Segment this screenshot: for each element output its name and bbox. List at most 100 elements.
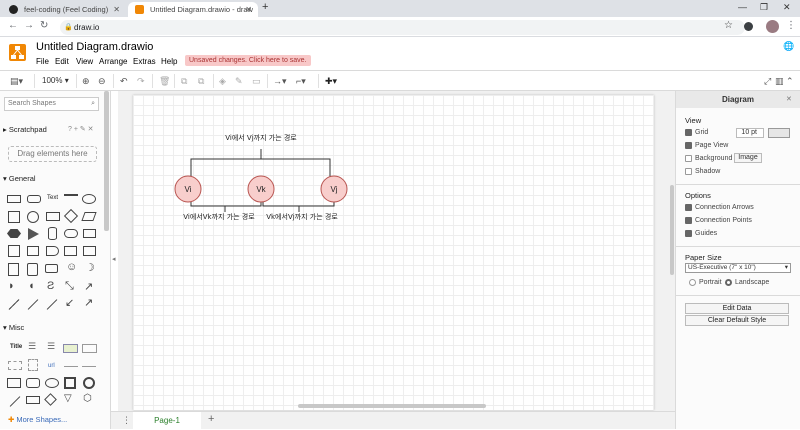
new-tab-icon[interactable]: +	[262, 1, 268, 13]
shape-link[interactable]	[46, 299, 58, 310]
shape-arrow[interactable]: ↗	[84, 280, 93, 293]
left-path-label[interactable]: Vi에서Vk까지 가는 경로	[183, 212, 255, 221]
grid-checkbox[interactable]	[685, 129, 692, 136]
view-panels-icon[interactable]: ▤▾	[10, 75, 23, 87]
top-brace[interactable]	[190, 149, 331, 177]
insert-plus-icon[interactable]: ✚▾	[325, 75, 337, 87]
unsaved-changes-notice[interactable]: Unsaved changes. Click here to save.	[185, 55, 311, 66]
shape-step[interactable]	[46, 246, 59, 256]
fill-color-icon[interactable]: ◈	[219, 75, 226, 87]
shadow-icon[interactable]: ▭	[252, 75, 261, 87]
line-color-icon[interactable]: ✎	[235, 75, 243, 87]
format-panel-toggle-icon[interactable]: ▥	[775, 75, 784, 87]
connection-arrows-checkbox[interactable]	[685, 204, 692, 211]
shape-square[interactable]	[8, 211, 20, 223]
close-tab-icon[interactable]: ✕	[245, 2, 252, 17]
shape-bidirectional-arrow[interactable]: ⤡	[65, 280, 74, 293]
shape-card[interactable]	[64, 246, 77, 256]
minimize-icon[interactable]: —	[738, 2, 747, 12]
more-shapes-button[interactable]: ✚ More Shapes...	[8, 415, 67, 424]
shape-callout[interactable]	[45, 264, 58, 273]
shape-grid[interactable]	[82, 344, 97, 353]
shape-circle[interactable]	[27, 211, 39, 223]
general-section-header[interactable]: ▾ General	[3, 174, 36, 183]
right-brace[interactable]	[262, 200, 335, 212]
reload-icon[interactable]: ↻	[40, 20, 48, 31]
zoom-level[interactable]: 100% ▾	[42, 75, 69, 87]
shape-and[interactable]: ◗	[8, 280, 15, 292]
edit-data-button[interactable]: Edit Data	[685, 303, 789, 314]
shape-cube[interactable]	[27, 246, 39, 256]
shape-button[interactable]	[26, 396, 40, 404]
canvas-horizontal-scrollbar[interactable]	[298, 404, 486, 408]
to-front-icon[interactable]: ⧉	[181, 75, 187, 87]
scratchpad-header[interactable]: ▸ Scratchpad	[3, 125, 47, 134]
add-page-icon[interactable]: +	[208, 413, 214, 425]
top-path-label[interactable]: Vi에서 Vj까지 가는 경로	[225, 133, 297, 142]
shape-ellipse[interactable]	[82, 194, 96, 204]
shape-link-text[interactable]: url	[48, 363, 55, 369]
redo-icon[interactable]: ↷	[137, 75, 145, 87]
shadow-checkbox[interactable]	[685, 168, 692, 175]
clear-default-style-button[interactable]: Clear Default Style	[685, 315, 789, 326]
right-path-label[interactable]: Vk에서Vj까지 가는 경로	[266, 212, 338, 221]
connection-style-icon[interactable]: →▾	[273, 75, 287, 87]
pages-menu-icon[interactable]: ⋮	[122, 415, 131, 426]
waypoints-icon[interactable]: ⌐▾	[296, 75, 306, 87]
grid-color-swatch[interactable]	[768, 128, 790, 138]
delete-icon[interactable]: 🗑	[159, 75, 170, 87]
shape-swimlane[interactable]	[28, 359, 38, 371]
shape-triangle-2[interactable]: ▽	[64, 393, 72, 404]
diagram-canvas[interactable]: Vi Vk Vj Vi에서 Vj까지 가는 경로 Vi에서Vk까지 가는 경로 …	[118, 91, 675, 411]
portrait-radio[interactable]	[689, 279, 696, 286]
shape-horizontal-line[interactable]	[64, 366, 78, 367]
shape-line[interactable]	[27, 299, 39, 310]
language-globe-icon[interactable]: 🌐	[783, 41, 794, 52]
canvas-vertical-scrollbar[interactable]	[670, 185, 674, 275]
shape-list-item[interactable]: ☰	[47, 341, 55, 352]
grid-size-input[interactable]: 10 pt	[736, 128, 764, 138]
shape-container[interactable]	[8, 361, 22, 370]
shape-tape[interactable]	[83, 246, 96, 256]
shape-directional-arrow[interactable]: ↗	[84, 296, 93, 309]
shape-cube-2[interactable]: ⬡	[83, 393, 92, 404]
collapse-sidebar-icon[interactable]: ◂	[112, 255, 116, 263]
paper-size-select[interactable]: US-Executive (7" x 10") ▾	[685, 263, 791, 273]
shape-curly[interactable]: Ƨ	[47, 280, 54, 292]
scratchpad-actions-icon[interactable]: ? + ✎ ✕	[68, 125, 94, 133]
shape-connector-arrow[interactable]: ↙	[65, 296, 74, 309]
shape-process[interactable]	[46, 212, 60, 221]
menu-edit[interactable]: Edit	[55, 57, 69, 66]
guides-checkbox[interactable]	[685, 230, 692, 237]
zoom-out-icon[interactable]: ⊖	[98, 75, 106, 87]
shape-circle-bold[interactable]	[83, 377, 95, 389]
browser-tab-drawio[interactable]: Untitled Diagram.drawio - draw ✕	[128, 2, 258, 17]
forward-icon[interactable]: →	[24, 20, 34, 31]
page-tab[interactable]: Page-1	[133, 412, 201, 430]
image-button[interactable]: Image	[734, 153, 762, 163]
shape-parallelogram[interactable]	[81, 212, 97, 221]
menu-view[interactable]: View	[76, 57, 93, 66]
close-panel-icon[interactable]: ✕	[786, 95, 792, 103]
shape-table[interactable]	[63, 344, 78, 353]
connection-points-checkbox[interactable]	[685, 217, 692, 224]
shape-rounded-2[interactable]	[26, 378, 40, 388]
browser-tab-github[interactable]: feel-coding (Feel Coding) ✕	[2, 2, 126, 17]
shape-line-2[interactable]	[9, 396, 21, 407]
misc-section-header[interactable]: ▾ Misc	[3, 323, 24, 332]
undo-icon[interactable]: ↶	[120, 75, 128, 87]
shape-dashed-line[interactable]	[8, 299, 20, 310]
sidebar-scrollbar[interactable]	[104, 91, 109, 231]
close-tab-icon[interactable]: ✕	[113, 2, 120, 17]
collapse-icon[interactable]: ⌃	[786, 75, 794, 87]
shape-text[interactable]: Text	[47, 195, 58, 201]
menu-file[interactable]: File	[36, 57, 49, 66]
shape-diamond-2[interactable]	[44, 393, 57, 406]
shape-cylinder[interactable]	[48, 227, 57, 240]
page-view-checkbox[interactable]	[685, 142, 692, 149]
search-shapes-input[interactable]: Search Shapes ⌕	[4, 97, 99, 111]
shape-note[interactable]	[8, 263, 19, 276]
bookmark-star-icon[interactable]: ☆	[724, 20, 733, 31]
shape-actor[interactable]: ☺	[66, 261, 77, 273]
landscape-radio[interactable]	[725, 279, 732, 286]
